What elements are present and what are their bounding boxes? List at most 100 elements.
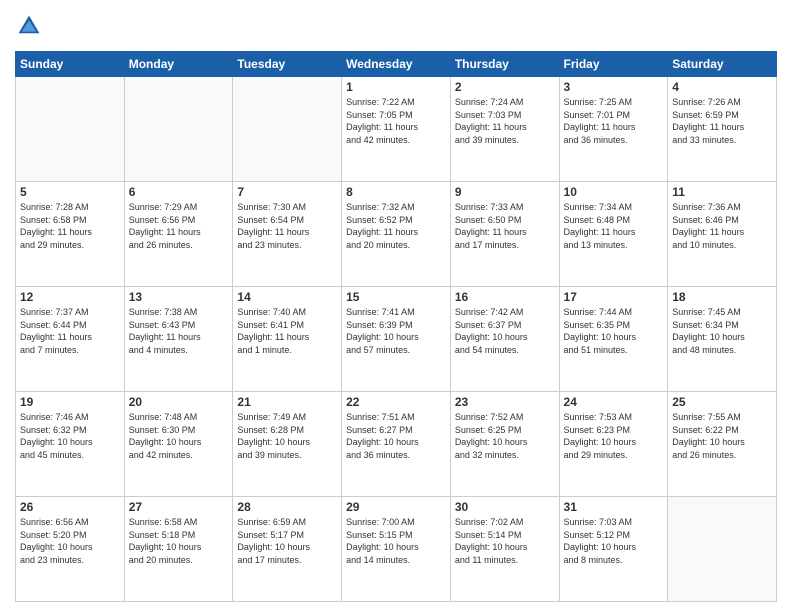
calendar-cell: 5Sunrise: 7:28 AM Sunset: 6:58 PM Daylig… — [16, 182, 125, 287]
day-info: Sunrise: 6:58 AM Sunset: 5:18 PM Dayligh… — [129, 516, 229, 566]
day-info: Sunrise: 7:42 AM Sunset: 6:37 PM Dayligh… — [455, 306, 555, 356]
weekday-header-sunday: Sunday — [16, 52, 125, 77]
calendar-cell: 14 Sunrise: 7:40 AM Sunset: 6:41 PM Dayli… — [233, 287, 342, 392]
day-number: 18 — [672, 290, 772, 304]
day-number: 20 — [129, 395, 229, 409]
day-number: 14 — [237, 290, 337, 304]
day-number: 5 — [20, 185, 120, 199]
day-number: 11 — [672, 185, 772, 199]
calendar-header-row: SundayMondayTuesdayWednesdayThursdayFrid… — [16, 52, 777, 77]
day-number: 22 — [346, 395, 446, 409]
weekday-header-saturday: Saturday — [668, 52, 777, 77]
weekday-header-wednesday: Wednesday — [342, 52, 451, 77]
page: SundayMondayTuesdayWednesdayThursdayFrid… — [0, 0, 792, 612]
day-number: 4 — [672, 80, 772, 94]
calendar-cell: 22 Sunrise: 7:51 AM Sunset: 6:27 PM Dayli… — [342, 392, 451, 497]
calendar-cell: 28 Sunrise: 6:59 AM Sunset: 5:17 PM Dayli… — [233, 497, 342, 602]
calendar-week-2: 5Sunrise: 7:28 AM Sunset: 6:58 PM Daylig… — [16, 182, 777, 287]
calendar-cell: 2 Sunrise: 7:24 AM Sunset: 7:03 PM Daylig… — [450, 77, 559, 182]
day-number: 9 — [455, 185, 555, 199]
calendar-cell: 29 Sunrise: 7:00 AM Sunset: 5:15 PM Dayli… — [342, 497, 451, 602]
calendar-cell: 25Sunrise: 7:55 AM Sunset: 6:22 PM Dayli… — [668, 392, 777, 497]
day-number: 31 — [564, 500, 664, 514]
day-info: Sunrise: 6:59 AM Sunset: 5:17 PM Dayligh… — [237, 516, 337, 566]
calendar-week-3: 12 Sunrise: 7:37 AM Sunset: 6:44 PM Dayli… — [16, 287, 777, 392]
calendar-cell — [233, 77, 342, 182]
day-number: 8 — [346, 185, 446, 199]
calendar-cell: 31 Sunrise: 7:03 AM Sunset: 5:12 PM Dayli… — [559, 497, 668, 602]
logo — [15, 14, 41, 43]
day-number: 2 — [455, 80, 555, 94]
day-info: Sunrise: 7:36 AM Sunset: 6:46 PM Dayligh… — [672, 201, 772, 251]
day-info: Sunrise: 7:26 AM Sunset: 6:59 PM Dayligh… — [672, 96, 772, 146]
day-number: 28 — [237, 500, 337, 514]
calendar-cell: 11 Sunrise: 7:36 AM Sunset: 6:46 PM Dayli… — [668, 182, 777, 287]
day-number: 13 — [129, 290, 229, 304]
weekday-header-monday: Monday — [124, 52, 233, 77]
day-info: Sunrise: 7:38 AM Sunset: 6:43 PM Dayligh… — [129, 306, 229, 356]
day-number: 27 — [129, 500, 229, 514]
day-info: Sunrise: 7:29 AM Sunset: 6:56 PM Dayligh… — [129, 201, 229, 251]
calendar-cell: 8 Sunrise: 7:32 AM Sunset: 6:52 PM Daylig… — [342, 182, 451, 287]
day-number: 6 — [129, 185, 229, 199]
calendar-cell: 26Sunrise: 6:56 AM Sunset: 5:20 PM Dayli… — [16, 497, 125, 602]
calendar-cell: 7Sunrise: 7:30 AM Sunset: 6:54 PM Daylig… — [233, 182, 342, 287]
weekday-header-thursday: Thursday — [450, 52, 559, 77]
day-info: Sunrise: 7:25 AM Sunset: 7:01 PM Dayligh… — [564, 96, 664, 146]
calendar-week-5: 26Sunrise: 6:56 AM Sunset: 5:20 PM Dayli… — [16, 497, 777, 602]
calendar-cell — [124, 77, 233, 182]
day-info: Sunrise: 7:37 AM Sunset: 6:44 PM Dayligh… — [20, 306, 120, 356]
calendar-cell: 30Sunrise: 7:02 AM Sunset: 5:14 PM Dayli… — [450, 497, 559, 602]
calendar-cell: 27 Sunrise: 6:58 AM Sunset: 5:18 PM Dayli… — [124, 497, 233, 602]
calendar-table: SundayMondayTuesdayWednesdayThursdayFrid… — [15, 51, 777, 602]
day-number: 25 — [672, 395, 772, 409]
day-info: Sunrise: 7:40 AM Sunset: 6:41 PM Dayligh… — [237, 306, 337, 356]
day-number: 15 — [346, 290, 446, 304]
calendar-cell: 21Sunrise: 7:49 AM Sunset: 6:28 PM Dayli… — [233, 392, 342, 497]
day-info: Sunrise: 7:32 AM Sunset: 6:52 PM Dayligh… — [346, 201, 446, 251]
day-info: Sunrise: 7:46 AM Sunset: 6:32 PM Dayligh… — [20, 411, 120, 461]
calendar-week-1: 1Sunrise: 7:22 AM Sunset: 7:05 PM Daylig… — [16, 77, 777, 182]
calendar-cell: 9 Sunrise: 7:33 AM Sunset: 6:50 PM Daylig… — [450, 182, 559, 287]
day-number: 16 — [455, 290, 555, 304]
header — [15, 10, 777, 43]
calendar-cell: 17Sunrise: 7:44 AM Sunset: 6:35 PM Dayli… — [559, 287, 668, 392]
day-info: Sunrise: 7:49 AM Sunset: 6:28 PM Dayligh… — [237, 411, 337, 461]
calendar-cell: 15 Sunrise: 7:41 AM Sunset: 6:39 PM Dayli… — [342, 287, 451, 392]
day-number: 19 — [20, 395, 120, 409]
calendar-cell — [668, 497, 777, 602]
day-info: Sunrise: 7:44 AM Sunset: 6:35 PM Dayligh… — [564, 306, 664, 356]
day-info: Sunrise: 7:03 AM Sunset: 5:12 PM Dayligh… — [564, 516, 664, 566]
calendar-cell: 20Sunrise: 7:48 AM Sunset: 6:30 PM Dayli… — [124, 392, 233, 497]
logo-icon — [17, 14, 41, 38]
calendar-week-4: 19 Sunrise: 7:46 AM Sunset: 6:32 PM Dayli… — [16, 392, 777, 497]
day-number: 26 — [20, 500, 120, 514]
day-number: 30 — [455, 500, 555, 514]
day-info: Sunrise: 7:34 AM Sunset: 6:48 PM Dayligh… — [564, 201, 664, 251]
day-info: Sunrise: 7:24 AM Sunset: 7:03 PM Dayligh… — [455, 96, 555, 146]
day-number: 12 — [20, 290, 120, 304]
calendar-cell: 12 Sunrise: 7:37 AM Sunset: 6:44 PM Dayli… — [16, 287, 125, 392]
weekday-header-friday: Friday — [559, 52, 668, 77]
calendar-cell: 1Sunrise: 7:22 AM Sunset: 7:05 PM Daylig… — [342, 77, 451, 182]
calendar-cell: 16 Sunrise: 7:42 AM Sunset: 6:37 PM Dayli… — [450, 287, 559, 392]
day-number: 24 — [564, 395, 664, 409]
day-number: 1 — [346, 80, 446, 94]
calendar-cell: 19 Sunrise: 7:46 AM Sunset: 6:32 PM Dayli… — [16, 392, 125, 497]
day-info: Sunrise: 7:41 AM Sunset: 6:39 PM Dayligh… — [346, 306, 446, 356]
calendar-cell: 3Sunrise: 7:25 AM Sunset: 7:01 PM Daylig… — [559, 77, 668, 182]
calendar-cell — [16, 77, 125, 182]
day-number: 29 — [346, 500, 446, 514]
day-info: Sunrise: 7:45 AM Sunset: 6:34 PM Dayligh… — [672, 306, 772, 356]
day-number: 23 — [455, 395, 555, 409]
day-info: Sunrise: 7:00 AM Sunset: 5:15 PM Dayligh… — [346, 516, 446, 566]
calendar-cell: 10 Sunrise: 7:34 AM Sunset: 6:48 PM Dayli… — [559, 182, 668, 287]
day-info: Sunrise: 7:33 AM Sunset: 6:50 PM Dayligh… — [455, 201, 555, 251]
calendar-cell: 18 Sunrise: 7:45 AM Sunset: 6:34 PM Dayli… — [668, 287, 777, 392]
day-info: Sunrise: 7:51 AM Sunset: 6:27 PM Dayligh… — [346, 411, 446, 461]
calendar-cell: 6 Sunrise: 7:29 AM Sunset: 6:56 PM Daylig… — [124, 182, 233, 287]
day-number: 7 — [237, 185, 337, 199]
day-info: Sunrise: 7:52 AM Sunset: 6:25 PM Dayligh… — [455, 411, 555, 461]
day-number: 10 — [564, 185, 664, 199]
weekday-header-tuesday: Tuesday — [233, 52, 342, 77]
